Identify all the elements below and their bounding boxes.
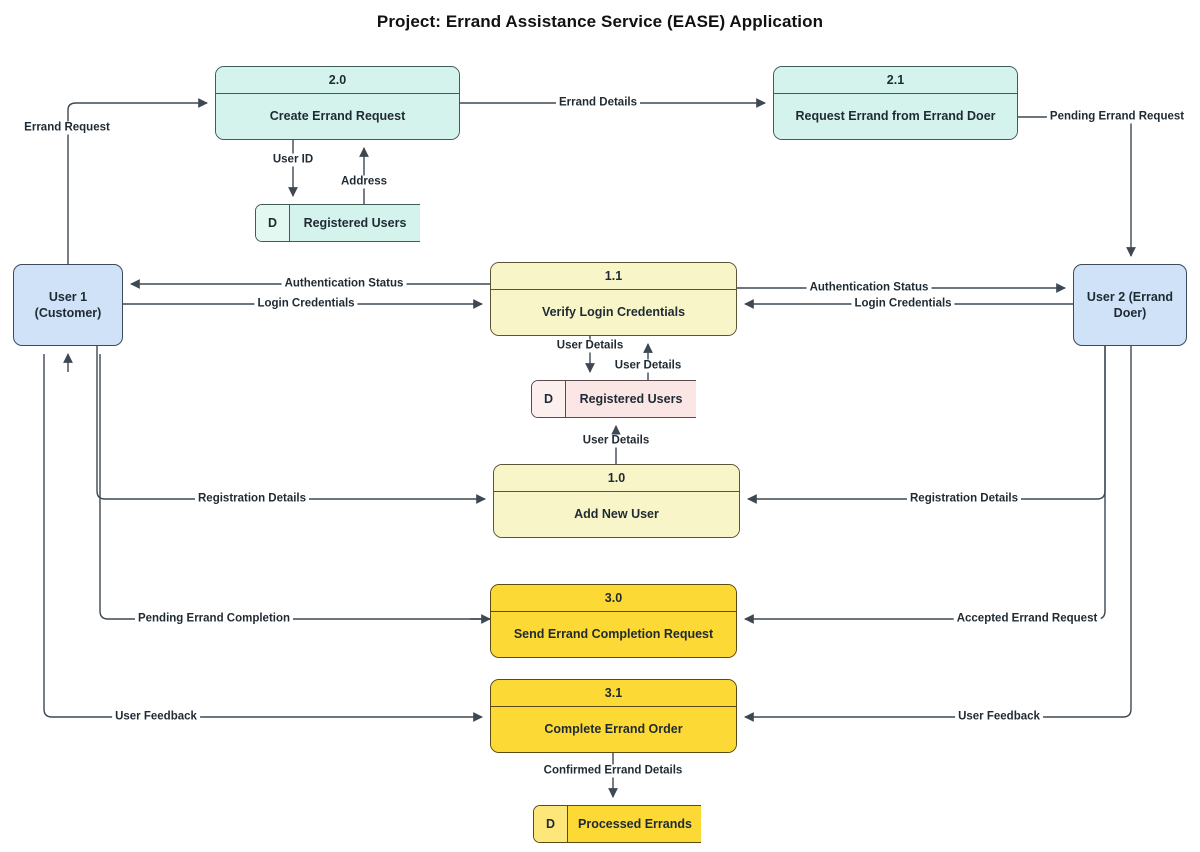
process-3-0[interactable]: 3.0 Send Errand Completion Request — [490, 584, 737, 658]
flow-label-auth-status-right: Authentication Status — [806, 281, 932, 295]
process-2-1-number: 2.1 — [774, 67, 1017, 94]
data-store-registered-users-mid-label: Registered Users — [566, 381, 696, 417]
process-1-0-name: Add New User — [494, 492, 739, 537]
flow-label-user-id: User ID — [269, 153, 317, 167]
entity-user-1-label: User 1 (Customer) — [35, 289, 102, 322]
process-1-1-number: 1.1 — [491, 263, 736, 290]
process-3-0-name: Send Errand Completion Request — [491, 612, 736, 657]
process-2-1[interactable]: 2.1 Request Errand from Errand Doer — [773, 66, 1018, 140]
entity-user-1-line1: User 1 — [48, 289, 88, 304]
flow-label-user-details-down: User Details — [553, 339, 627, 353]
flow-label-login-credentials-right: Login Credentials — [851, 297, 955, 311]
data-store-processed-errands[interactable]: D Processed Errands — [533, 805, 701, 843]
entity-user-2-line1: User 2 (Errand — [1086, 289, 1174, 304]
data-store-registered-users-mid-marker: D — [532, 381, 566, 417]
process-1-0[interactable]: 1.0 Add New User — [493, 464, 740, 538]
flow-label-registration-details-left: Registration Details — [195, 492, 309, 506]
flow-label-user-feedback-right: User Feedback — [955, 710, 1043, 724]
flow-label-user-details-from-add: User Details — [579, 434, 653, 448]
data-store-registered-users-top[interactable]: D Registered Users — [255, 204, 420, 242]
process-3-1-name: Complete Errand Order — [491, 707, 736, 752]
process-2-0-number: 2.0 — [216, 67, 459, 94]
entity-user-2-label: User 2 (Errand Doer) — [1087, 289, 1173, 322]
data-store-registered-users-top-marker: D — [256, 205, 290, 241]
entity-user-1-line2: (Customer) — [34, 306, 102, 320]
flow-label-registration-details-right: Registration Details — [907, 492, 1021, 506]
dfd-canvas: Project: Errand Assistance Service (EASE… — [0, 0, 1200, 852]
flow-label-pending-errand-request: Pending Errand Request — [1046, 110, 1188, 124]
flow-label-auth-status-left: Authentication Status — [281, 277, 407, 291]
flow-label-address: Address — [337, 175, 391, 189]
process-2-0-name: Create Errand Request — [216, 94, 459, 139]
data-store-registered-users-top-label: Registered Users — [290, 205, 420, 241]
process-3-1[interactable]: 3.1 Complete Errand Order — [490, 679, 737, 753]
data-store-processed-errands-marker: D — [534, 806, 568, 842]
process-2-1-name: Request Errand from Errand Doer — [774, 94, 1017, 139]
process-3-0-number: 3.0 — [491, 585, 736, 612]
flow-label-accepted-errand-request: Accepted Errand Request — [953, 612, 1101, 626]
flow-label-errand-request: Errand Request — [21, 121, 113, 135]
entity-user-1[interactable]: User 1 (Customer) — [13, 264, 123, 346]
flow-label-login-credentials-left: Login Credentials — [254, 297, 358, 311]
process-1-0-number: 1.0 — [494, 465, 739, 492]
process-2-0[interactable]: 2.0 Create Errand Request — [215, 66, 460, 140]
process-1-1-name: Verify Login Credentials — [491, 290, 736, 335]
flow-label-user-details-up: User Details — [611, 359, 685, 373]
flow-label-user-feedback-left: User Feedback — [112, 710, 200, 724]
process-1-1[interactable]: 1.1 Verify Login Credentials — [490, 262, 737, 336]
flow-label-errand-details: Errand Details — [556, 96, 640, 110]
nodes-layer: User 1 (Customer) User 2 (Errand Doer) 2… — [0, 0, 1200, 852]
entity-user-2-line2: Doer) — [1113, 306, 1147, 320]
data-store-processed-errands-label: Processed Errands — [568, 806, 701, 842]
process-3-1-number: 3.1 — [491, 680, 736, 707]
flow-label-confirmed-errand-details: Confirmed Errand Details — [540, 764, 686, 778]
data-store-registered-users-mid[interactable]: D Registered Users — [531, 380, 696, 418]
flow-label-pending-errand-completion: Pending Errand Completion — [134, 612, 294, 626]
entity-user-2[interactable]: User 2 (Errand Doer) — [1073, 264, 1187, 346]
